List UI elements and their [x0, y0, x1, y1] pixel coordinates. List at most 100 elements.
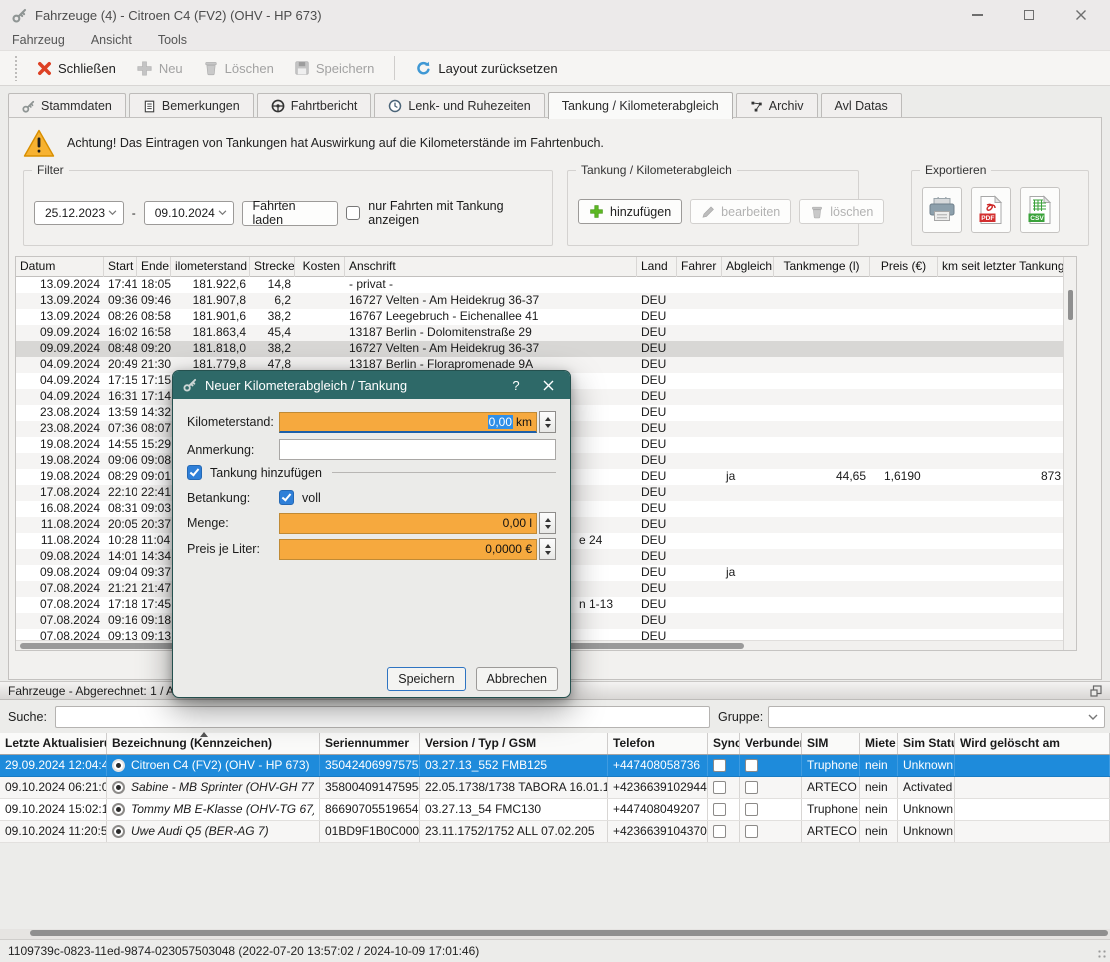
- vehicle-row[interactable]: 09.10.2024 06:21:07Sabine - MB Sprinter …: [0, 777, 1110, 799]
- menge-input[interactable]: 0,00 l: [279, 513, 537, 534]
- trip-row[interactable]: 09.09.202408:4809:20181.818,038,216727 V…: [16, 341, 1065, 357]
- column-header-preis[interactable]: Preis (€): [870, 257, 938, 277]
- trip-cell-km-seit-letzter-tankung: [938, 453, 1065, 469]
- float-panel-icon[interactable]: [1090, 685, 1102, 697]
- tab-avl-datas[interactable]: Avl Datas: [821, 93, 902, 118]
- menu-tools[interactable]: Tools: [158, 33, 187, 47]
- menge-spinner[interactable]: [539, 512, 556, 534]
- delete-button[interactable]: Löschen: [193, 56, 284, 80]
- sync-checkbox[interactable]: [713, 825, 726, 838]
- export-pdf-button[interactable]: PDF: [971, 187, 1011, 233]
- vehicle-row[interactable]: 09.10.2024 11:20:57Uwe Audi Q5 (BER-AG 7…: [0, 821, 1110, 843]
- kilometerstand-spinner[interactable]: [539, 411, 556, 433]
- column-header-tankmenge[interactable]: Tankmenge (l): [774, 257, 870, 277]
- load-trips-button[interactable]: Fahrten laden: [242, 201, 339, 226]
- maximize-icon[interactable]: [1018, 4, 1040, 26]
- sync-checkbox[interactable]: [713, 759, 726, 772]
- trips-vscrollbar-thumb[interactable]: [1068, 290, 1073, 320]
- vehicle-column-header-name[interactable]: Bezeichnung (Kennzeichen): [107, 733, 320, 754]
- column-header-land[interactable]: Land: [637, 257, 677, 277]
- only-tank-checkbox[interactable]: [346, 206, 360, 220]
- voll-checkbox[interactable]: [279, 490, 294, 505]
- print-button[interactable]: [922, 187, 962, 233]
- sync-checkbox[interactable]: [713, 781, 726, 794]
- date-from-select[interactable]: 25.12.2023: [34, 201, 124, 225]
- export-csv-button[interactable]: CSV: [1020, 187, 1060, 233]
- trip-row[interactable]: 13.09.202409:3609:46181.907,86,216727 Ve…: [16, 293, 1065, 309]
- vehicle-column-header-verbunden[interactable]: Verbunden: [740, 733, 802, 754]
- vehicle-radio-icon[interactable]: [112, 759, 125, 772]
- vehicle-column-header-version[interactable]: Version / Typ / GSM: [420, 733, 608, 754]
- vehicle-radio-icon[interactable]: [112, 803, 125, 816]
- resize-grip[interactable]: [1097, 949, 1107, 959]
- vehicle-row[interactable]: 29.09.2024 12:04:44Citroen C4 (FV2) (OHV…: [0, 755, 1110, 777]
- anmerkung-input[interactable]: [279, 439, 556, 460]
- vehicle-column-header-deleted[interactable]: Wird gelöscht am: [955, 733, 1110, 754]
- tab-stammdaten[interactable]: Stammdaten: [8, 93, 126, 118]
- vehicle-column-header-updated[interactable]: Letzte Aktualisierung: [0, 733, 107, 754]
- save-button[interactable]: Speichern: [284, 56, 385, 80]
- edit-tankung-button[interactable]: bearbeiten: [690, 199, 791, 224]
- reset-layout-button[interactable]: Layout zurücksetzen: [405, 56, 567, 81]
- vehicle-column-header-status[interactable]: Sim Status: [898, 733, 955, 754]
- column-header-datum[interactable]: Datum: [16, 257, 104, 277]
- bottom-hscrollbar-thumb[interactable]: [30, 930, 1108, 936]
- trip-row[interactable]: 13.09.202417:4118:05181.922,614,8- priva…: [16, 277, 1065, 293]
- tab-bemerkungen[interactable]: Bemerkungen: [129, 93, 254, 118]
- column-header-anschrift[interactable]: Anschrift: [345, 257, 637, 277]
- vehicle-column-header-phone[interactable]: Telefon: [608, 733, 708, 754]
- column-header-ende[interactable]: Ende: [137, 257, 171, 277]
- tab-lenk-und-ruhezeiten[interactable]: Lenk- und Ruhezeiten: [374, 93, 544, 118]
- vehicle-cell-status: Unknown: [898, 755, 955, 776]
- vehicle-column-header-miete[interactable]: Miete: [860, 733, 898, 754]
- kilometerstand-input[interactable]: 0,00 km: [279, 412, 537, 433]
- column-header-kilometerstand[interactable]: ilometerstand: [171, 257, 250, 277]
- delete-tankung-button[interactable]: löschen: [799, 199, 884, 224]
- vehicle-column-header-serial[interactable]: Seriennummer: [320, 733, 420, 754]
- preis-je-liter-input[interactable]: 0,0000 €: [279, 539, 537, 560]
- add-tankung-button[interactable]: hinzufügen: [578, 199, 682, 224]
- vehicle-radio-icon[interactable]: [112, 825, 125, 838]
- group-select[interactable]: [768, 706, 1105, 728]
- verbunden-checkbox[interactable]: [745, 825, 758, 838]
- menu-ansicht[interactable]: Ansicht: [91, 33, 132, 47]
- column-header-start[interactable]: Start: [104, 257, 137, 277]
- column-header-strecke[interactable]: Strecke: [250, 257, 295, 277]
- trips-vscrollbar[interactable]: [1063, 257, 1076, 650]
- column-header-kosten[interactable]: Kosten: [295, 257, 345, 277]
- vehicle-radio-icon[interactable]: [112, 781, 125, 794]
- vehicle-row[interactable]: 09.10.2024 15:02:19Tommy MB E-Klasse (OH…: [0, 799, 1110, 821]
- preis-spinner[interactable]: [539, 538, 556, 560]
- menu-fahrzeug[interactable]: Fahrzeug: [12, 33, 65, 47]
- vehicle-column-header-sync[interactable]: Sync: [708, 733, 740, 754]
- toolbar-grip[interactable]: [14, 55, 19, 81]
- trip-row[interactable]: 09.09.202416:0216:58181.863,445,413187 B…: [16, 325, 1065, 341]
- vehicle-cell-updated: 29.09.2024 12:04:44: [0, 755, 107, 776]
- close-icon[interactable]: [1070, 4, 1092, 26]
- search-input[interactable]: [55, 706, 710, 728]
- verbunden-checkbox[interactable]: [745, 803, 758, 816]
- dialog-close-icon[interactable]: [536, 375, 560, 395]
- vehicle-cell-deleted: [955, 799, 1110, 820]
- dialog-save-button[interactable]: Speichern: [387, 667, 465, 691]
- trip-cell-land: DEU: [637, 501, 677, 517]
- minimize-icon[interactable]: [966, 4, 988, 26]
- close-vehicle-button[interactable]: Schließen: [27, 57, 126, 80]
- verbunden-checkbox[interactable]: [745, 781, 758, 794]
- bottom-hscrollbar[interactable]: [0, 929, 1110, 939]
- dialog-cancel-button[interactable]: Abbrechen: [476, 667, 558, 691]
- trip-row[interactable]: 13.09.202408:2608:58181.901,638,216767 L…: [16, 309, 1065, 325]
- sync-checkbox[interactable]: [713, 803, 726, 816]
- column-header-abgleich[interactable]: Abgleich: [722, 257, 774, 277]
- column-header-fahrer[interactable]: Fahrer: [677, 257, 722, 277]
- date-to-select[interactable]: 09.10.2024: [144, 201, 234, 225]
- tab-tankung-kilometerabgleich[interactable]: Tankung / Kilometerabgleich: [548, 92, 733, 119]
- new-button[interactable]: Neu: [126, 56, 193, 81]
- verbunden-checkbox[interactable]: [745, 759, 758, 772]
- vehicle-column-header-sim[interactable]: SIM: [802, 733, 860, 754]
- tab-fahrtbericht[interactable]: Fahrtbericht: [257, 93, 372, 118]
- column-header-km-seit-letzter-tankung[interactable]: km seit letzter Tankung: [938, 257, 1065, 277]
- dialog-help-button[interactable]: ?: [504, 375, 528, 395]
- tankung-hinzufuegen-checkbox[interactable]: [187, 465, 202, 480]
- tab-archiv[interactable]: Archiv: [736, 93, 818, 118]
